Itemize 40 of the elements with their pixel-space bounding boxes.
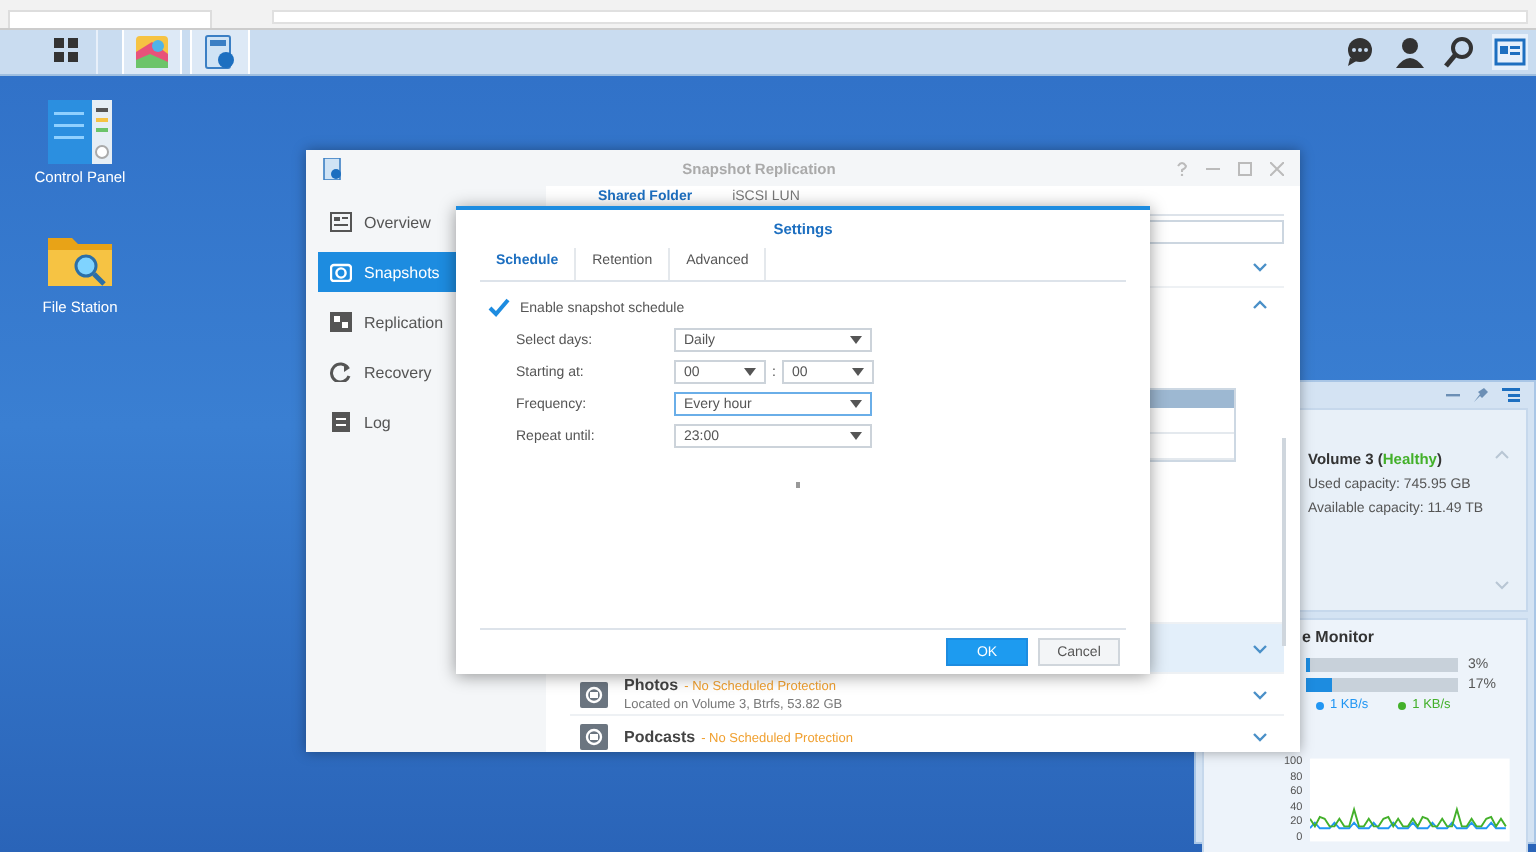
chat-icon: [1344, 36, 1376, 68]
control-panel-icon[interactable]: [48, 100, 112, 164]
overview-icon: [330, 212, 352, 232]
sidebar-item[interactable]: Overview: [318, 202, 546, 242]
tray-button[interactable]: [1492, 34, 1528, 70]
caret-icon: [850, 400, 862, 408]
user-icon: [1394, 36, 1426, 68]
recovery-icon: [330, 362, 352, 382]
chevron-up-icon[interactable]: [1252, 300, 1268, 310]
chevron-down-icon[interactable]: [1252, 731, 1268, 741]
close-icon[interactable]: [1270, 161, 1284, 175]
chevron-down-icon[interactable]: [1252, 643, 1268, 653]
log-icon: [330, 412, 352, 432]
tray-button[interactable]: [1342, 34, 1378, 70]
tray-button[interactable]: [1392, 34, 1428, 70]
caret-icon: [850, 336, 862, 344]
snapshot-app-icon: [202, 34, 238, 70]
scrollbar[interactable]: [1282, 438, 1286, 646]
caret-icon: [852, 368, 864, 376]
widget-menu-icon[interactable]: [1502, 388, 1520, 402]
chevron-down-icon[interactable]: [1252, 689, 1268, 699]
chevron-down-icon[interactable]: [1252, 262, 1268, 272]
folder-name: Photos: [624, 676, 679, 694]
app-icon: [322, 157, 342, 179]
replication-icon: [330, 312, 352, 332]
monitor-title: e Monitor: [1300, 628, 1376, 646]
pin-icon[interactable]: [1474, 388, 1488, 402]
minimize-icon[interactable]: [1446, 388, 1460, 402]
folder-snapshot-icon: [580, 681, 608, 707]
checkbox[interactable]: [488, 298, 510, 318]
search-icon: [1444, 36, 1476, 68]
folder-name: Podcasts: [624, 727, 696, 745]
photo-app-icon: [134, 34, 170, 70]
caret-icon: [850, 432, 862, 440]
maximize-icon[interactable]: [1238, 161, 1252, 175]
snapshots-icon: [330, 262, 352, 282]
widgets-icon: [1494, 36, 1526, 68]
help-icon[interactable]: [1176, 161, 1188, 175]
caret-icon: [744, 368, 756, 376]
tray-button[interactable]: [1442, 34, 1478, 70]
